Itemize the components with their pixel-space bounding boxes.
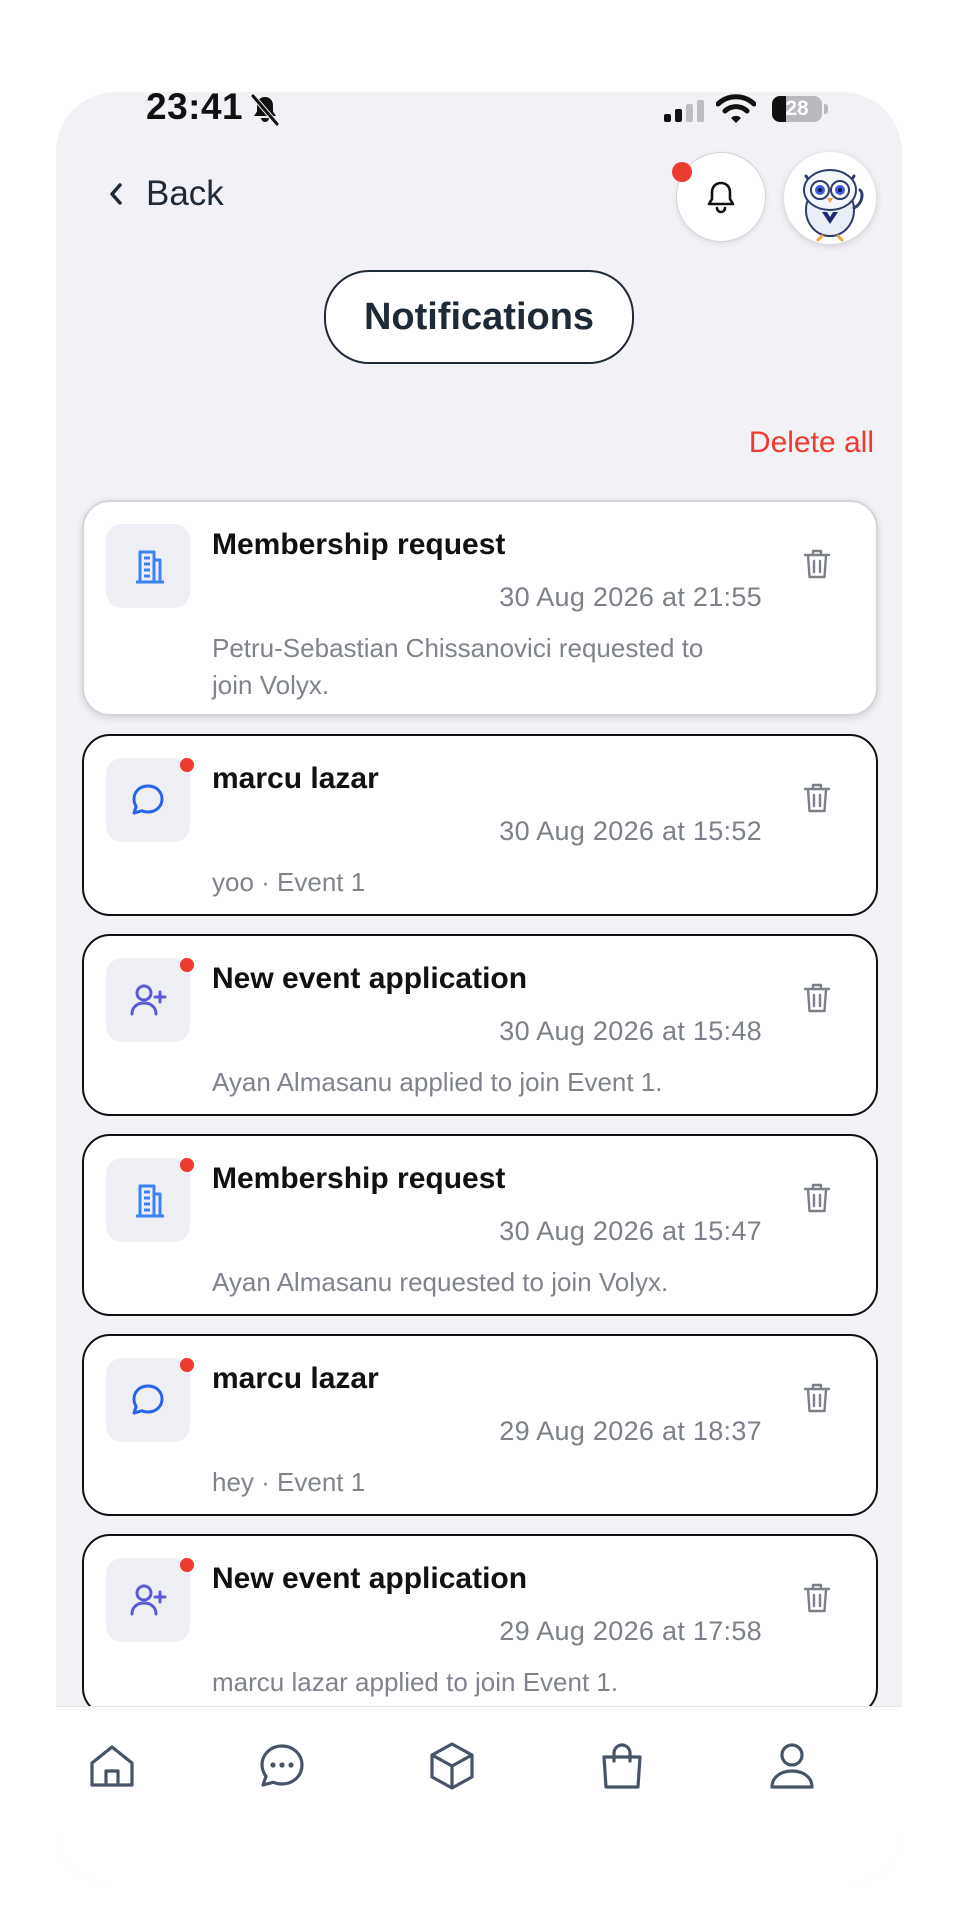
wifi-icon: [716, 94, 756, 123]
unread-dot: [180, 1158, 194, 1172]
chevron-left-icon: [110, 183, 122, 205]
user-plus-icon: [106, 958, 190, 1042]
trash-icon[interactable]: [802, 1582, 832, 1619]
notifications-list: Membership request 30 Aug 2026 at 21:55 …: [82, 500, 878, 1734]
unread-dot: [180, 758, 194, 772]
battery-percentage: 28: [785, 97, 809, 120]
chat-bubble-icon: [106, 758, 190, 842]
status-time: 23:41: [146, 92, 244, 127]
back-button[interactable]: Back: [106, 174, 224, 214]
notification-card[interactable]: New event application 29 Aug 2026 at 17:…: [82, 1534, 878, 1716]
silent-bell-icon: [251, 94, 279, 126]
trash-icon[interactable]: [802, 782, 832, 819]
trash-icon[interactable]: [802, 548, 832, 585]
notification-date: 30 Aug 2026 at 15:52: [499, 816, 762, 846]
tab-messages[interactable]: [247, 1733, 317, 1803]
unread-dot: [180, 958, 194, 972]
notification-title: marcu lazar: [212, 762, 379, 795]
home-icon: [85, 1739, 139, 1798]
notification-card[interactable]: marcu lazar 30 Aug 2026 at 15:52 yoo · E…: [82, 734, 878, 916]
trash-icon[interactable]: [802, 1382, 832, 1419]
notification-date: 29 Aug 2026 at 17:58: [499, 1616, 762, 1646]
tab-shop[interactable]: [587, 1733, 657, 1803]
cube-icon: [425, 1739, 479, 1798]
owl-avatar[interactable]: [784, 152, 876, 244]
bell-unread-dot: [672, 162, 692, 182]
notification-date: 30 Aug 2026 at 15:47: [499, 1216, 762, 1246]
page-title: Notifications: [363, 295, 595, 338]
notification-title: marcu lazar: [212, 1362, 379, 1395]
back-label: Back: [146, 174, 224, 213]
status-bar: 23:41 28: [56, 92, 902, 127]
chat-dots-icon: [255, 1739, 309, 1798]
notification-body: hey · Event 1: [212, 1467, 366, 1497]
notification-card[interactable]: New event application 30 Aug 2026 at 15:…: [82, 934, 878, 1116]
phone-screen: 23:41 28 Back Notifications Delete all M…: [56, 92, 902, 1882]
notification-body: yoo · Event 1: [212, 867, 366, 897]
notification-card[interactable]: Membership request 30 Aug 2026 at 21:55 …: [82, 500, 878, 716]
chat-bubble-icon: [106, 1358, 190, 1442]
delete-all-button[interactable]: Delete all: [749, 426, 874, 460]
battery-indicator: 28: [772, 96, 830, 122]
tab-home[interactable]: [77, 1733, 147, 1803]
building-icon: [106, 1158, 190, 1242]
notification-date: 30 Aug 2026 at 15:48: [499, 1016, 762, 1046]
shopping-bag-icon: [595, 1739, 649, 1798]
unread-dot: [180, 1558, 194, 1572]
tab-profile[interactable]: [757, 1733, 827, 1803]
notification-title: Membership request: [212, 1162, 506, 1195]
notification-body: Ayan Almasanu requested to join Volyx.: [212, 1267, 669, 1297]
user-plus-icon: [106, 1558, 190, 1642]
unread-dot: [180, 1358, 194, 1372]
page-title-pill: Notifications: [324, 270, 634, 364]
bottom-tab-bar: [56, 1706, 902, 1882]
notification-date: 30 Aug 2026 at 21:55: [499, 582, 762, 612]
notification-card[interactable]: marcu lazar 29 Aug 2026 at 18:37 hey · E…: [82, 1334, 878, 1516]
bell-icon: [707, 181, 735, 214]
building-icon: [106, 524, 190, 608]
notification-body: Ayan Almasanu applied to join Event 1.: [212, 1067, 663, 1097]
notification-title: Membership request: [212, 528, 506, 561]
notification-body: Petru-Sebastian Chissanovici requested t…: [212, 633, 704, 700]
notification-body: marcu lazar applied to join Event 1.: [212, 1667, 619, 1697]
user-icon: [765, 1739, 819, 1798]
notification-title: New event application: [212, 962, 528, 995]
tab-events[interactable]: [417, 1733, 487, 1803]
signal-icon: [664, 100, 704, 122]
notification-card[interactable]: Membership request 30 Aug 2026 at 15:47 …: [82, 1134, 878, 1316]
trash-icon[interactable]: [802, 1182, 832, 1219]
notification-date: 29 Aug 2026 at 18:37: [499, 1416, 762, 1446]
notification-title: New event application: [212, 1562, 528, 1595]
trash-icon[interactable]: [802, 982, 832, 1019]
owl-mascot-icon: [803, 169, 864, 242]
